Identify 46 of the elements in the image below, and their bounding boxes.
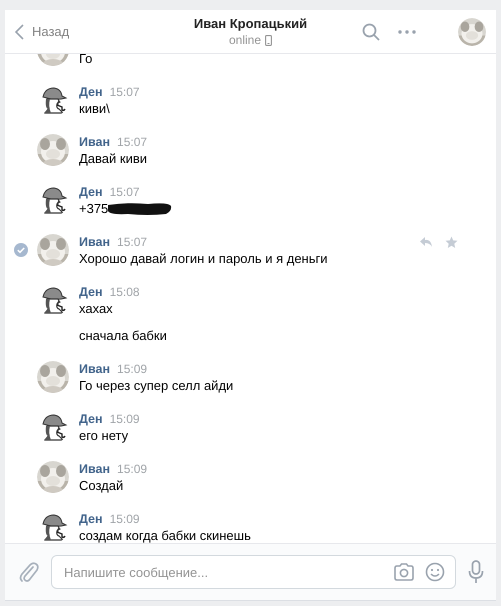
message-time: 15:09 [110, 511, 140, 527]
scribble-mark [108, 202, 172, 216]
selected-check-icon[interactable] [14, 243, 28, 257]
back-link[interactable]: Назад [32, 24, 70, 39]
back-icon[interactable] [15, 24, 24, 40]
author-name[interactable]: Ден [79, 284, 103, 300]
message-time: 15:09 [110, 411, 140, 427]
author-name[interactable]: Иван [79, 461, 110, 477]
author-name[interactable]: Иван [79, 361, 110, 377]
smile-icon[interactable] [425, 562, 445, 582]
message-text: сначала бабки [79, 327, 167, 345]
author-name[interactable]: Ден [79, 411, 103, 427]
message-text: хахах [79, 300, 113, 318]
chat-title: Иван Кропацький [194, 16, 308, 31]
phone-icon [265, 34, 272, 46]
message-text: Создай [79, 477, 124, 495]
author-name[interactable]: Ден [79, 184, 103, 200]
message-text: создам когда бабки скинешь [79, 527, 251, 543]
message-time: 15:09 [117, 461, 148, 477]
star-icon[interactable] [445, 236, 458, 249]
message-text: Хорошо давай логин и пароль и я деньги [79, 250, 328, 268]
message-time: 15:09 [117, 361, 148, 377]
message-time: 15:07 [117, 134, 148, 150]
message-text: киви\ [79, 100, 110, 118]
microphone-icon[interactable] [468, 560, 484, 584]
attach-icon[interactable] [19, 561, 39, 583]
message-text: +375 [79, 200, 108, 218]
author-name[interactable]: Иван [79, 234, 110, 250]
message-text: Давай киви [79, 150, 148, 168]
message-text: его нету [79, 427, 128, 445]
author-name[interactable]: Ден [79, 84, 103, 100]
online-status: online [228, 33, 262, 47]
message-time: 15:07 [110, 84, 140, 100]
more-icon[interactable] [398, 30, 416, 34]
message-time: 15:08 [110, 284, 140, 300]
camera-icon[interactable] [393, 563, 415, 581]
search-icon[interactable] [362, 22, 380, 40]
message-text: Го через супер селл айди [79, 377, 234, 395]
author-name[interactable]: Ден [79, 511, 103, 527]
reply-icon[interactable] [419, 236, 433, 248]
author-name[interactable]: Иван [79, 134, 110, 150]
message-box[interactable]: Напишите сообщение... [51, 555, 456, 589]
message-time: 15:07 [117, 234, 148, 250]
message-time: 15:07 [110, 184, 140, 200]
message-input[interactable]: Напишите сообщение... [64, 564, 383, 580]
message-text: Го [79, 54, 92, 68]
